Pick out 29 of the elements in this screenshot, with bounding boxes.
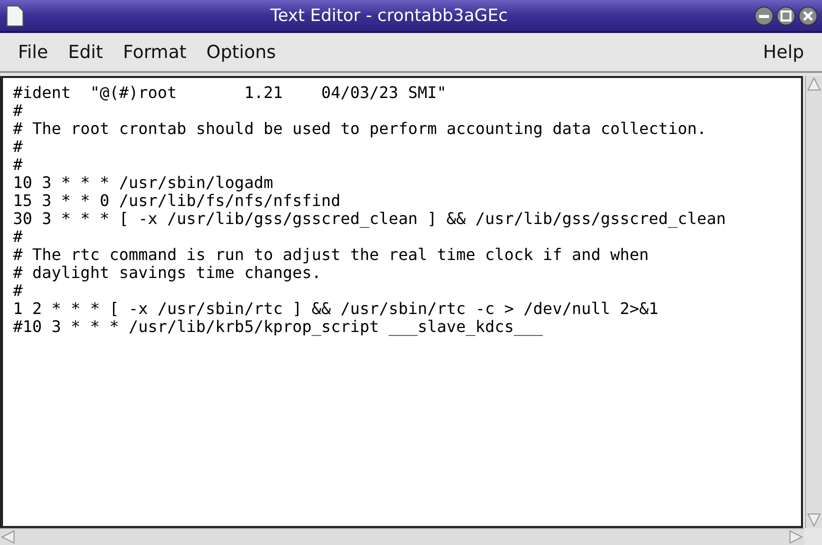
text-line: # The rtc command is run to adjust the real time clock if and when — [13, 246, 649, 264]
close-icon[interactable] — [798, 6, 818, 26]
menu-item[interactable]: Help — [752, 40, 814, 64]
text-line: # — [13, 228, 23, 246]
menu-item[interactable]: File — [8, 40, 58, 64]
text-line: 10 3 * * * /usr/sbin/logadm — [13, 174, 274, 192]
text-line: 1 2 * * * [ -x /usr/sbin/rtc ] && /usr/sbin/rtc -c > /dev/null 2>&1 — [13, 300, 658, 318]
scroll-down-icon[interactable] — [806, 512, 822, 528]
horizontal-scrollbar[interactable] — [0, 528, 804, 545]
text-line: 30 3 * * * [ -x /usr/lib/gss/gsscred_clean ] && /usr/lib/gss/gsscred_clean — [13, 210, 726, 228]
document-icon — [6, 4, 24, 26]
scroll-up-icon[interactable] — [806, 76, 822, 92]
text-line: # — [13, 138, 23, 156]
menu-item[interactable]: Format — [112, 40, 196, 64]
text-line: # — [13, 102, 23, 120]
text-line: 15 3 * * 0 /usr/lib/fs/nfs/nfsfind — [13, 192, 341, 210]
text-line: # daylight savings time changes. — [13, 264, 322, 282]
window-title: Text Editor - crontabb3aGEc — [269, 6, 509, 26]
text-line: # The root crontab should be used to perform accounting data collection. — [13, 120, 707, 138]
menu-item[interactable]: Options — [196, 40, 286, 64]
minimize-icon[interactable] — [754, 6, 774, 26]
text-area[interactable] — [0, 76, 803, 528]
text-line: #10 3 * * * /usr/lib/krb5/kprop_script ___slave_kdcs___ — [13, 318, 543, 336]
vertical-scrollbar[interactable] — [805, 76, 822, 528]
text-line: #ident "@(#)root 1.21 04/03/23 SMI" — [13, 84, 446, 102]
menu-item[interactable]: Edit — [58, 40, 113, 64]
text-line: # — [13, 282, 23, 300]
maximize-icon[interactable] — [776, 6, 796, 26]
text-line: # — [13, 156, 23, 174]
